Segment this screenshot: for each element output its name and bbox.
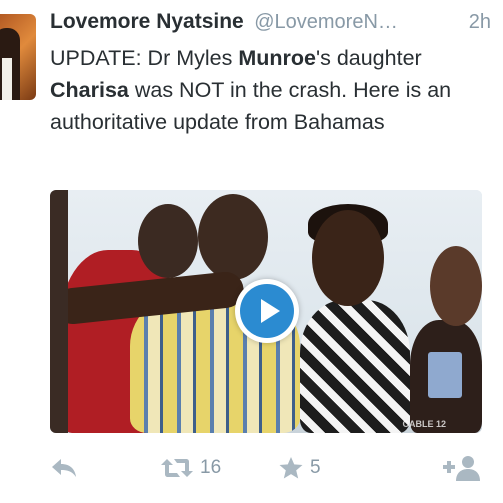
tweet-text-bold: Munroe (238, 46, 316, 70)
video-person-head (312, 210, 384, 306)
favorite-button[interactable]: 5 (278, 452, 321, 484)
video-person-head (138, 204, 198, 278)
author-name[interactable]: Lovemore Nyatsine (50, 10, 244, 33)
tweet-text: UPDATE: Dr Myles Munroe's daughter Chari… (50, 42, 495, 138)
author-avatar[interactable] (0, 14, 36, 100)
video-person-head (198, 194, 268, 280)
tweet-text-part: 's daughter (315, 46, 422, 70)
video-person-head (430, 246, 482, 326)
retweet-button[interactable]: 16 (160, 452, 221, 484)
tweet-text-part: UPDATE: Dr Myles (50, 46, 239, 70)
add-user-icon (443, 456, 480, 481)
reply-icon (52, 459, 76, 477)
play-button[interactable] (235, 279, 299, 343)
tweet-header: Lovemore Nyatsine @LovemoreN… 2h (50, 10, 491, 38)
channel-watermark: CABLE 12 (402, 419, 446, 429)
video-thumbnail[interactable]: CABLE 12 (50, 190, 482, 433)
video-person-patterned-dress (300, 300, 410, 433)
retweet-icon (161, 459, 193, 477)
play-icon (261, 299, 280, 323)
avatar-shirt (2, 58, 12, 100)
tweet-actions: 16 5 (50, 452, 490, 484)
tweet-timestamp[interactable]: 2h (469, 11, 491, 34)
author-handle[interactable]: @LovemoreN… (254, 11, 398, 33)
play-button-circle (240, 284, 294, 338)
retweet-count: 16 (200, 457, 222, 478)
video-held-box (428, 352, 462, 398)
reply-button[interactable] (50, 452, 78, 484)
favorite-count: 5 (310, 457, 321, 478)
follow-button[interactable] (442, 452, 482, 484)
video-person-left-edge (50, 190, 68, 433)
tweet-text-bold: Charisa (50, 78, 129, 102)
star-icon (279, 457, 303, 479)
